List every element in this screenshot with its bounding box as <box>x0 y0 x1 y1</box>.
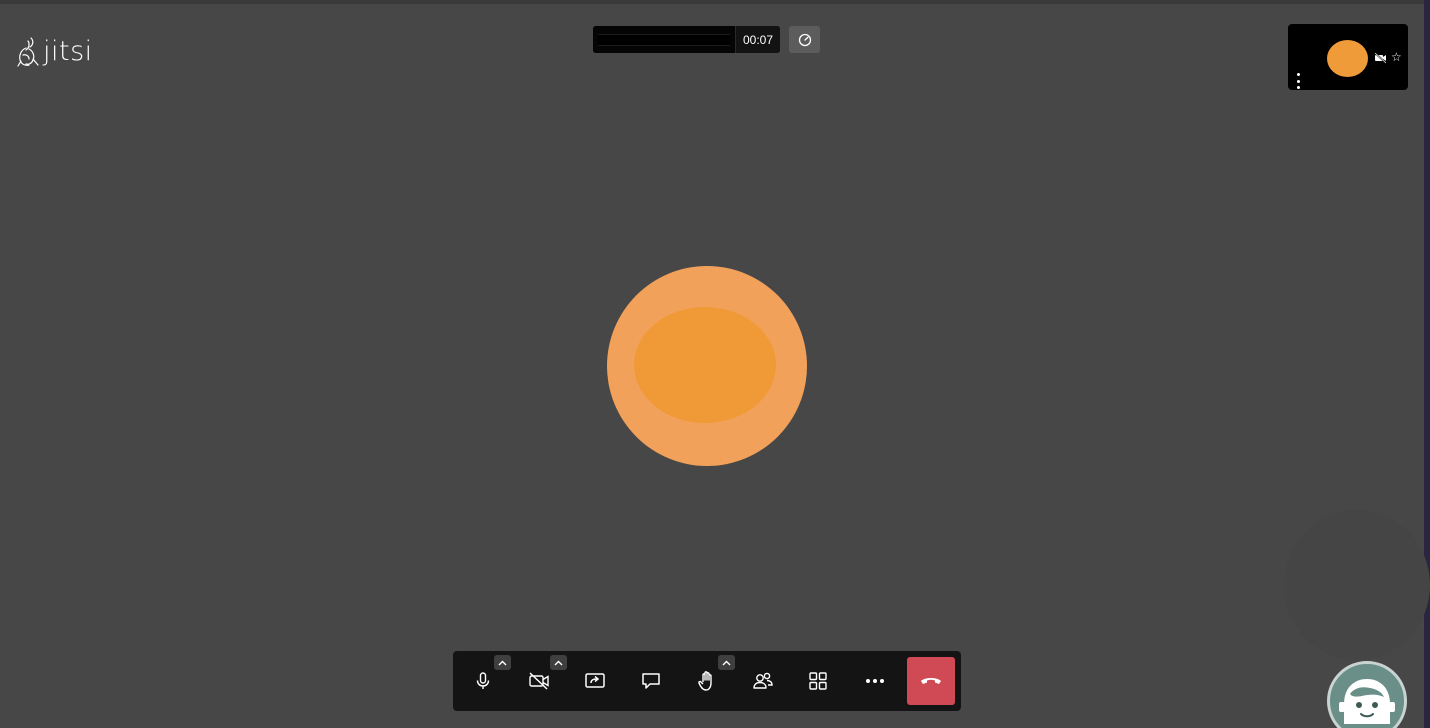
chat-icon <box>642 673 660 689</box>
conference-stage: jitsi 00:07 ☆ <box>0 0 1430 728</box>
more-icon <box>866 679 884 683</box>
more-actions-button[interactable] <box>851 657 899 705</box>
video-muted-icon <box>1374 52 1387 64</box>
local-video-thumbnail[interactable]: ☆ <box>1288 24 1408 90</box>
microphone-icon <box>476 672 490 689</box>
bot-face-icon <box>1339 679 1395 724</box>
reactions-options-button[interactable] <box>718 655 735 670</box>
meeting-subject <box>593 26 735 53</box>
thumbnail-menu-icon[interactable] <box>1293 72 1303 90</box>
microphone-options-button[interactable] <box>494 655 511 670</box>
camera-off-icon <box>529 672 549 690</box>
gauge-icon <box>798 33 811 46</box>
moderator-star-icon: ☆ <box>1391 50 1402 64</box>
chat-button[interactable] <box>627 657 675 705</box>
meeting-subject-bar: 00:07 <box>593 26 781 53</box>
jitsi-logo[interactable]: jitsi <box>17 34 93 70</box>
chevron-up-icon <box>498 660 507 665</box>
share-screen-icon <box>585 673 605 688</box>
hangup-button[interactable] <box>907 657 955 705</box>
tile-view-button[interactable] <box>794 657 842 705</box>
large-participant-avatar <box>607 266 807 466</box>
avatar-inner-circle <box>634 307 776 423</box>
window-right-edge <box>1424 0 1430 728</box>
participants-button[interactable] <box>739 657 787 705</box>
tile-view-icon <box>809 672 827 690</box>
window-top-edge <box>0 0 1430 4</box>
hand-icon <box>698 671 712 691</box>
share-screen-button[interactable] <box>571 657 619 705</box>
thumbnail-avatar <box>1327 40 1368 77</box>
meeting-timer: 00:07 <box>735 26 781 53</box>
chevron-up-icon <box>722 660 731 665</box>
hangup-icon <box>921 678 941 684</box>
participants-icon <box>753 672 773 689</box>
assistant-avatar[interactable] <box>1327 661 1407 728</box>
camera-options-button[interactable] <box>550 655 567 670</box>
connection-stats-button[interactable] <box>789 26 820 53</box>
jitsi-logo-icon <box>17 37 39 67</box>
logo-text: jitsi <box>43 35 93 67</box>
conference-toolbar <box>453 651 961 711</box>
background-circle <box>1284 510 1430 660</box>
redacted-meeting-name <box>598 33 730 46</box>
chevron-up-icon <box>554 660 563 665</box>
